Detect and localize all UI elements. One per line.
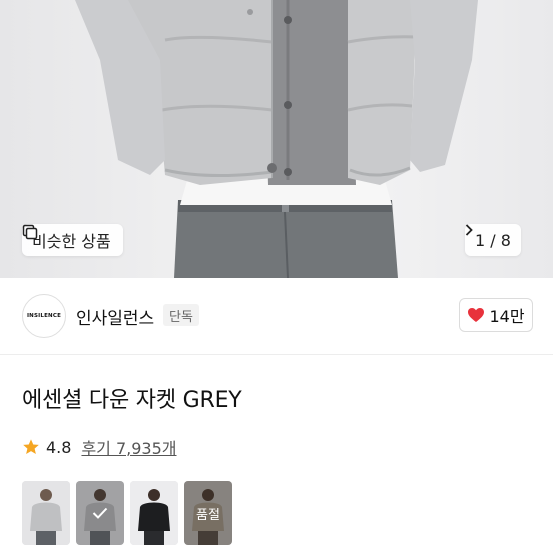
similar-products-label: 비슷한 상품 — [32, 232, 111, 251]
thumbnail-grey[interactable] — [22, 481, 70, 545]
brand-logo[interactable]: INSILENCE — [22, 294, 66, 338]
pager-current: 1 — [475, 230, 486, 250]
chevron-right-icon — [465, 224, 473, 236]
thumbnail-black[interactable] — [130, 481, 178, 545]
soldout-overlay: 품절 — [184, 481, 232, 545]
thumbnail-image — [130, 481, 178, 545]
rating-row: 4.8 후기 7,935개 — [22, 435, 177, 459]
soldout-label: 품절 — [196, 507, 220, 523]
like-count: 14만 — [489, 307, 525, 326]
pager-separator: / — [490, 230, 496, 250]
like-button[interactable]: 14만 — [459, 298, 533, 332]
thumbnail-grey-selected[interactable] — [76, 481, 124, 545]
thumbnail-beige-soldout[interactable]: 품절 — [184, 481, 232, 545]
pager-count: 1 / 8 — [475, 231, 511, 250]
color-variant-thumbnails: 품절 — [22, 481, 232, 545]
exclusive-badge: 단독 — [163, 304, 199, 326]
selected-overlay — [76, 481, 124, 545]
checkmark-icon — [92, 507, 108, 519]
brand-name[interactable]: 인사일런스 — [76, 304, 154, 329]
review-count-link[interactable]: 후기 7,935개 — [81, 435, 176, 459]
brand-logo-text: INSILENCE — [26, 313, 62, 319]
similar-products-button[interactable]: 비슷한 상품 — [22, 224, 123, 256]
heart-icon — [468, 308, 485, 322]
thumbnail-image — [22, 481, 70, 545]
image-pager[interactable]: 1 / 8 — [465, 224, 521, 256]
product-hero-image[interactable]: 비슷한 상품 1 / 8 — [0, 0, 553, 278]
rating-value: 4.8 — [46, 437, 72, 457]
star-icon — [23, 439, 39, 455]
product-title: 에센셜 다운 자켓 GREY — [22, 388, 242, 413]
pager-total: 8 — [500, 230, 511, 250]
copy-icon — [22, 224, 38, 240]
